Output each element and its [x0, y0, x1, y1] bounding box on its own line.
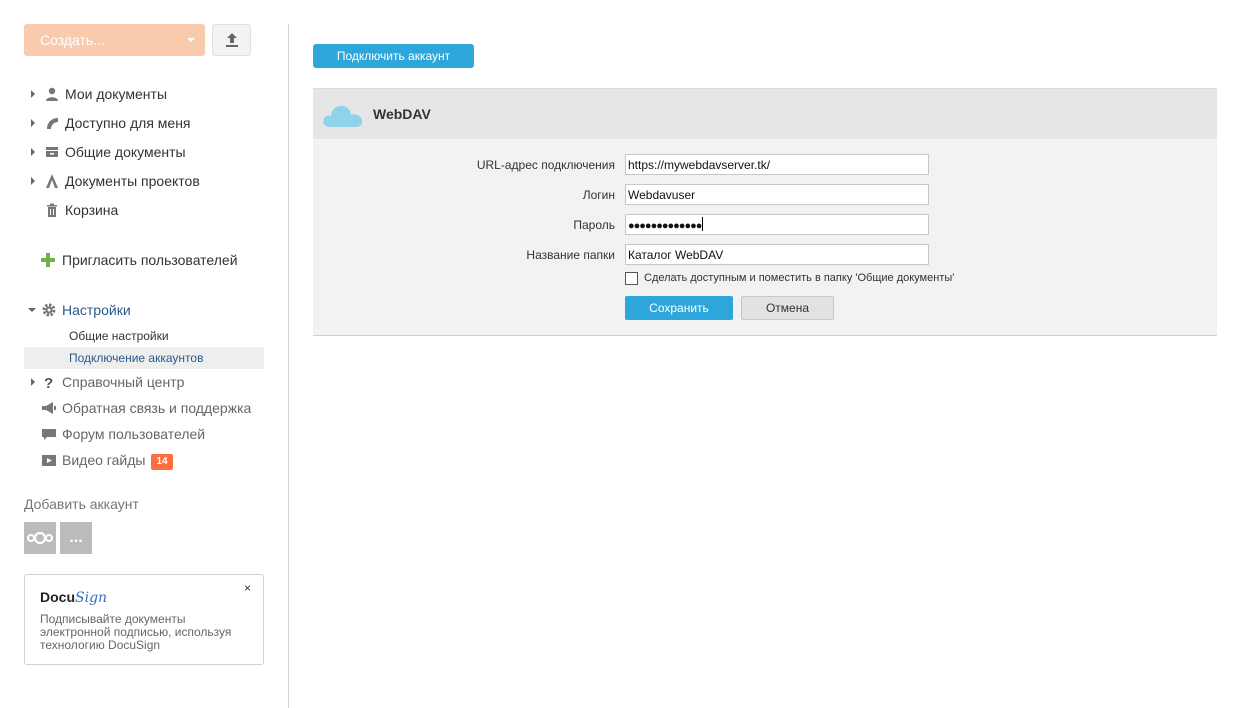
settings-label: Настройки — [62, 302, 131, 318]
invite-users-label: Пригласить пользователей — [62, 252, 238, 268]
chevron-down-icon[interactable] — [187, 38, 195, 42]
sidebar-item-settings[interactable]: Настройки — [24, 298, 264, 322]
more-accounts-button[interactable]: ... — [60, 522, 92, 554]
expand-arrow-icon[interactable] — [31, 378, 35, 386]
projects-icon — [46, 174, 58, 188]
expand-arrow-icon[interactable] — [31, 148, 35, 156]
expand-arrow-icon[interactable] — [31, 177, 35, 185]
expand-arrow-icon[interactable] — [31, 119, 35, 127]
sidebar-item-label: Форум пользователей — [62, 426, 206, 442]
docusign-logo-sign: Sign — [75, 590, 108, 606]
password-label: Пароль — [573, 218, 615, 232]
video-guides-label: Видео гайды — [62, 452, 146, 468]
docusign-logo: DocuSign — [40, 589, 107, 606]
plus-icon — [41, 253, 55, 267]
sidebar-item-trash[interactable]: Корзина — [24, 198, 264, 222]
sidebar-item-label: Справочный центр — [62, 374, 185, 390]
cloud-icon — [323, 105, 363, 127]
sidebar-item-label: Обратная связь и поддержка — [62, 400, 252, 416]
docusign-promo: × DocuSign Подписывайте документы электр… — [24, 574, 264, 665]
sidebar-item-label: Мои документы — [65, 86, 168, 102]
provider-name: WebDAV — [373, 106, 431, 122]
expand-arrow-icon[interactable] — [31, 90, 35, 98]
password-input[interactable]: ●●●●●●●●●●●●● — [625, 214, 929, 235]
nextcloud-icon — [27, 531, 53, 545]
sidebar-item-help-center[interactable]: ? Справочный центр — [24, 370, 264, 394]
video-icon — [42, 455, 56, 466]
upload-icon — [226, 33, 238, 47]
trash-icon — [47, 203, 57, 217]
gear-icon — [42, 303, 56, 317]
sidebar-item-my-documents[interactable]: Мои документы — [24, 82, 264, 106]
megaphone-icon — [42, 402, 56, 414]
add-account-title: Добавить аккаунт — [24, 496, 139, 512]
sidebar-item-video-guides[interactable]: Видео гайды 14 — [24, 448, 264, 472]
collapse-arrow-icon[interactable] — [28, 308, 36, 312]
create-button-label: Создать... — [40, 32, 105, 48]
docusign-promo-text: Подписывайте документы электронной подпи… — [40, 612, 232, 652]
share-checkbox[interactable] — [625, 272, 638, 285]
password-dots: ●●●●●●●●●●●●● — [628, 220, 702, 232]
nextcloud-account-button[interactable] — [24, 522, 56, 554]
sidebar-item-label: Доступно для меня — [65, 115, 191, 131]
common-docs-icon — [46, 147, 58, 157]
connect-account-button[interactable]: Подключить аккаунт — [313, 44, 474, 68]
sidebar-item-shared-with-me[interactable]: Доступно для меня — [24, 111, 264, 135]
folder-name-input[interactable] — [625, 244, 929, 265]
sidebar-item-label: Общие документы — [65, 144, 186, 160]
cancel-button[interactable]: Отмена — [741, 296, 834, 320]
sidebar-item-project-documents[interactable]: Документы проектов — [24, 169, 264, 193]
sidebar-item-label: Корзина — [65, 202, 119, 218]
settings-general-link[interactable]: Общие настройки — [24, 325, 264, 347]
forum-icon — [42, 429, 56, 440]
help-icon: ? — [44, 375, 53, 390]
webdav-connection-panel: WebDAV URL-адрес подключения Логин Парол… — [313, 88, 1217, 336]
svg-text:?: ? — [44, 375, 53, 390]
url-label: URL-адрес подключения — [476, 158, 615, 172]
upload-button[interactable] — [212, 24, 251, 56]
shared-icon — [47, 118, 58, 129]
password-masked-value: ●●●●●●●●●●●●● — [628, 217, 704, 232]
create-button[interactable]: Создать... — [24, 24, 205, 56]
sidebar-item-label: Документы проектов — [65, 173, 200, 189]
sidebar-item-common-documents[interactable]: Общие документы — [24, 140, 264, 164]
settings-account-connection-link[interactable]: Подключение аккаунтов — [24, 347, 264, 369]
sidebar-item-label: Видео гайды 14 — [62, 448, 173, 472]
invite-users-link[interactable]: Пригласить пользователей — [24, 248, 264, 272]
folder-name-label: Название папки — [526, 248, 615, 262]
provider-header: WebDAV — [313, 88, 1217, 139]
sidebar-item-feedback[interactable]: Обратная связь и поддержка — [24, 396, 264, 420]
user-icon — [46, 87, 58, 101]
close-icon[interactable]: × — [244, 581, 251, 595]
sidebar-divider — [288, 24, 289, 708]
sidebar-item-forum[interactable]: Форум пользователей — [24, 422, 264, 446]
login-label: Логин — [582, 188, 615, 202]
save-button[interactable]: Сохранить — [625, 296, 733, 320]
url-input[interactable] — [625, 154, 929, 175]
login-input[interactable] — [625, 184, 929, 205]
text-cursor — [702, 217, 704, 231]
video-guides-count-badge: 14 — [151, 454, 173, 470]
share-checkbox-label[interactable]: Сделать доступным и поместить в папку 'О… — [644, 272, 954, 284]
docusign-logo-docu: Docu — [40, 589, 75, 605]
